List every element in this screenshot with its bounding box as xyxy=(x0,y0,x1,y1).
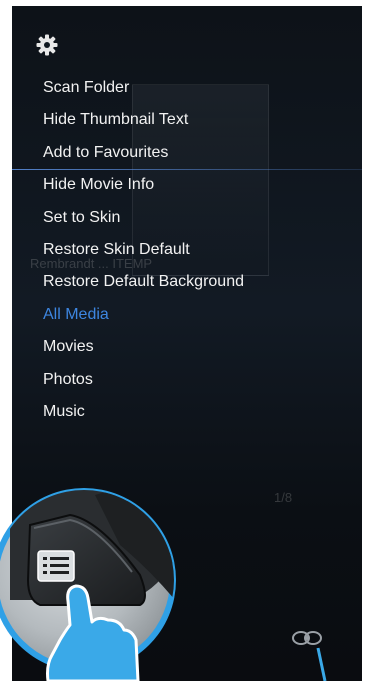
menu-item-all-media[interactable]: All Media xyxy=(12,299,362,331)
options-menu: Scan Folder Hide Thumbnail Text Add to F… xyxy=(12,72,362,428)
menu-item-photos[interactable]: Photos xyxy=(12,364,362,396)
menu-item-movies[interactable]: Movies xyxy=(12,331,362,363)
menu-item-hide-movie-info[interactable]: Hide Movie Info xyxy=(12,169,362,201)
device-frame: Rembrandt ... ITEMP 1/8 Scan Folder Hide… xyxy=(0,0,374,681)
gear-icon xyxy=(36,34,58,56)
menu-item-hide-thumbnail-text[interactable]: Hide Thumbnail Text xyxy=(12,104,362,136)
background-page-counter: 1/8 xyxy=(274,490,293,505)
tv-screen: Rembrandt ... ITEMP 1/8 Scan Folder Hide… xyxy=(12,6,362,681)
menu-item-restore-default-background[interactable]: Restore Default Background xyxy=(12,266,362,298)
menu-item-restore-skin-default[interactable]: Restore Skin Default xyxy=(12,234,362,266)
menu-item-music[interactable]: Music xyxy=(12,396,362,428)
menu-item-scan-folder[interactable]: Scan Folder xyxy=(12,72,362,104)
menu-item-set-to-skin[interactable]: Set to Skin xyxy=(12,202,362,234)
remote-link-icon xyxy=(290,628,324,648)
menu-item-add-to-favourites[interactable]: Add to Favourites xyxy=(12,136,362,171)
